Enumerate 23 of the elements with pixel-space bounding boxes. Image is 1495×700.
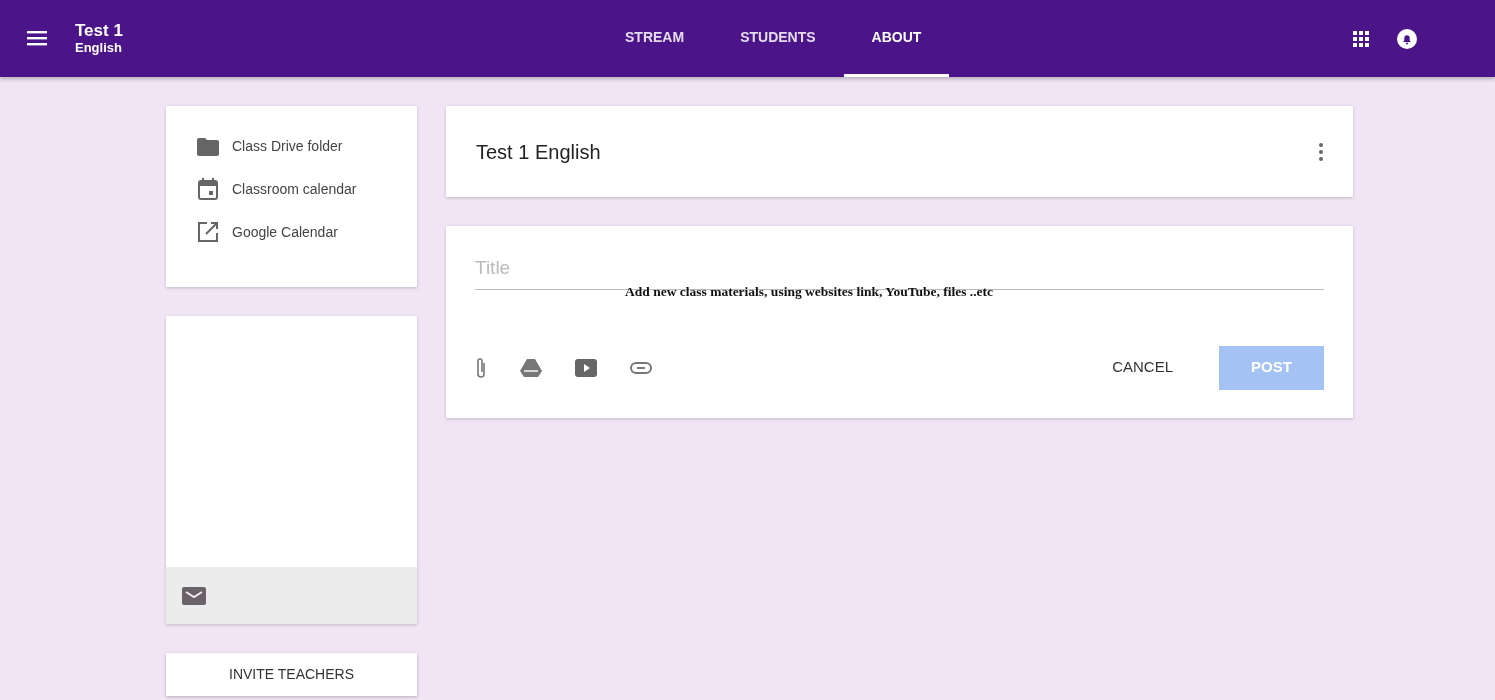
nav-tab[interactable]: STUDENTS [712,0,844,77]
sidebar-link[interactable]: Classroom calendar [232,178,357,200]
class-subtitle: English [75,40,123,55]
nav-tab[interactable]: STREAM [597,0,713,77]
drive-icon[interactable] [520,358,542,377]
paperclip-icon[interactable] [475,356,487,379]
mail-icon[interactable] [182,586,206,605]
link-icon[interactable] [630,361,652,374]
sidebar-link[interactable]: Google Calendar [232,221,338,243]
apps-grid-icon[interactable] [1353,30,1369,47]
menu-icon[interactable] [27,30,47,47]
calendar-icon [197,178,219,200]
cancel-button[interactable]: CANCEL [1096,346,1189,389]
class-title: Test 1 [75,22,123,41]
notification-bell-icon[interactable] [1397,28,1417,49]
external-link-icon [197,221,219,243]
folder-icon [197,137,219,156]
invite-teachers-button[interactable]: INVITE TEACHERS [166,653,417,696]
class-name: Test 1 English [476,139,601,165]
video-play-icon[interactable] [575,358,597,377]
more-options-icon[interactable] [1319,142,1323,161]
nav-tab[interactable]: ABOUT [843,0,950,77]
sidebar-link[interactable]: Class Drive folder [232,136,343,157]
